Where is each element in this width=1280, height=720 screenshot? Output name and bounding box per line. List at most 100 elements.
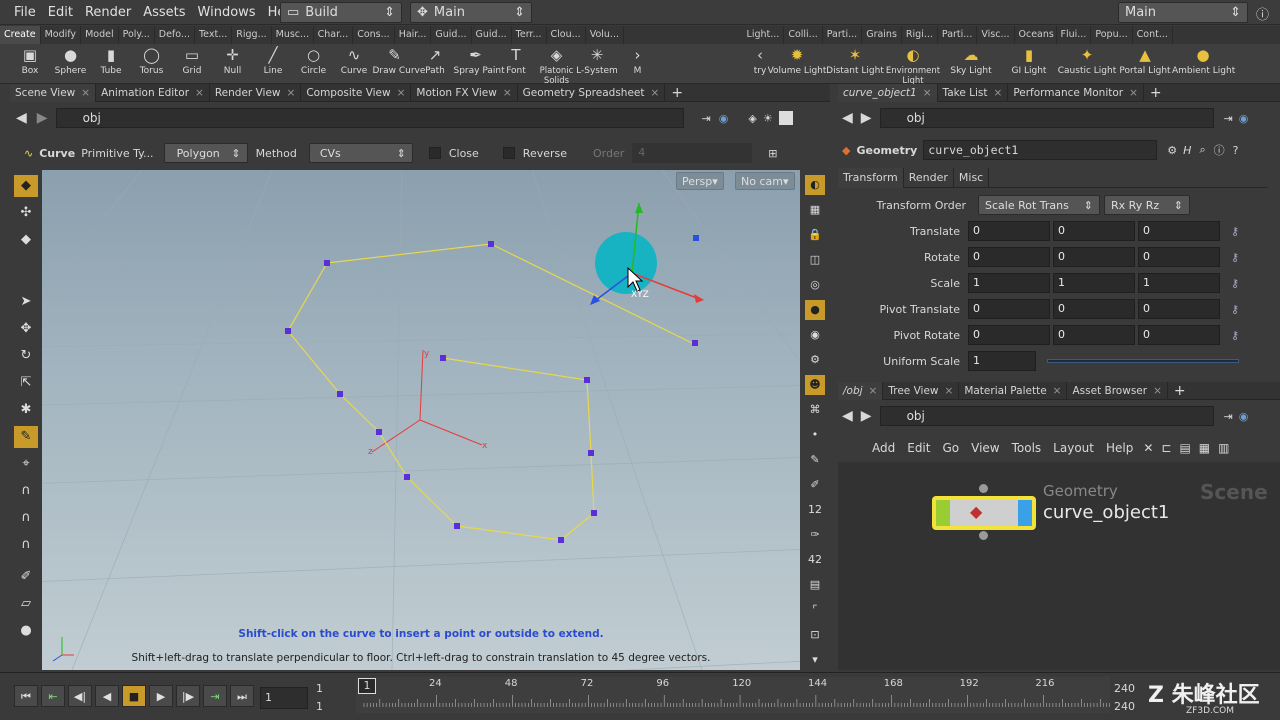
camera-icon[interactable]: ◫ [805, 250, 825, 270]
close-checkbox[interactable] [428, 147, 441, 159]
shelf-tab[interactable]: Defo... [155, 26, 195, 44]
forward-arrow-icon[interactable]: ▶ [37, 110, 48, 126]
down-icon[interactable]: ▾ [805, 650, 825, 670]
method-select[interactable]: CVs ⇕ [308, 143, 413, 163]
param-field[interactable]: 0 [1138, 221, 1220, 241]
shelf-tab[interactable]: Colli... [784, 26, 823, 44]
node-curve-object1[interactable]: ◆ [932, 496, 1036, 530]
menu-tools[interactable]: Tools [1012, 441, 1042, 455]
eraser-icon[interactable]: ▱ [14, 593, 38, 615]
close-icon[interactable]: × [869, 385, 878, 397]
menu-edit[interactable]: Edit [42, 0, 79, 25]
cube-icon[interactable]: ◈ [748, 112, 756, 125]
range-end[interactable]: 240 [1114, 682, 1135, 695]
brush-icon[interactable]: ✐ [14, 566, 38, 588]
snap-icon[interactable]: ⌖ [14, 453, 38, 475]
menu-view[interactable]: View [971, 441, 999, 455]
wire-icon[interactable]: ▦ [805, 200, 825, 220]
uniform-scale-slider[interactable] [1047, 359, 1239, 363]
display-icon[interactable] [778, 111, 793, 125]
tab-tree-view[interactable]: Tree View × [883, 381, 960, 400]
param-field[interactable]: 0 [968, 299, 1050, 319]
key-icon[interactable]: ⚷ [1231, 225, 1239, 238]
node-display-flag[interactable] [936, 500, 950, 526]
shelf-tool[interactable]: T Font [494, 44, 538, 84]
shelf-tool[interactable]: ▲ Portal Light [1114, 44, 1176, 84]
rotate-order-select[interactable]: Rx Ry Rz ⇕ [1104, 195, 1190, 215]
bulb-icon[interactable]: ◉ [805, 325, 825, 345]
close-icon[interactable]: × [651, 87, 660, 99]
param-field[interactable]: 0 [1053, 325, 1135, 345]
shade-icon[interactable]: ◎ [805, 275, 825, 295]
shelf-tab[interactable]: Guid... [431, 26, 472, 44]
shelf-tool[interactable]: ✶ Distant Light [824, 44, 886, 84]
shelf-tab[interactable]: Musc... [272, 26, 314, 44]
shelf-tab[interactable]: Light... [743, 26, 785, 44]
number2-icon[interactable]: 42 [805, 550, 825, 570]
param-field[interactable]: 0 [1053, 247, 1135, 267]
shelf-tab[interactable]: Visc... [977, 26, 1015, 44]
shelf-tool[interactable]: ✛ Null [211, 44, 255, 84]
arrow-icon[interactable]: ➤ [14, 291, 38, 313]
pin-icon[interactable]: ⇥ [1224, 112, 1233, 125]
magnet2-icon[interactable]: ∩ [14, 507, 38, 529]
persp-menu[interactable]: Persp ▾ [676, 172, 724, 190]
param-field[interactable]: 0 [1138, 247, 1220, 267]
prev-key-icon[interactable]: ⇤ [41, 685, 65, 707]
timeline-ruler[interactable]: 1 24 48 72 96 120 144 168 192 216 [356, 677, 1110, 713]
key-icon[interactable]: ⚷ [1231, 303, 1239, 316]
shelf-tool[interactable]: ● Sphere [49, 44, 93, 84]
dot-icon[interactable]: • [805, 425, 825, 445]
close-icon[interactable]: × [195, 87, 204, 99]
play-reverse-icon[interactable]: ◀ [95, 685, 119, 707]
pin-icon[interactable]: ⇥ [702, 112, 711, 125]
close-icon[interactable]: × [81, 87, 90, 99]
tab-scene-view[interactable]: Scene View × [10, 83, 97, 102]
brush-icon[interactable]: ✑ [805, 525, 825, 545]
handle-x-arrow[interactable] [694, 294, 704, 303]
link-icon[interactable]: ◉ [1239, 410, 1249, 423]
pen2-icon[interactable]: ✐ [805, 475, 825, 495]
shelf-tool[interactable]: ✎ Draw Curve [373, 44, 426, 84]
gear-icon[interactable]: ⚙ [1167, 144, 1177, 157]
shelf-tab[interactable]: Volu... [586, 26, 624, 44]
link-icon[interactable]: ◉ [719, 112, 729, 125]
menu-layout[interactable]: Layout [1053, 441, 1094, 455]
menu-assets[interactable]: Assets [137, 0, 191, 25]
shelf-tool[interactable]: ▭ Grid [170, 44, 214, 84]
light-icon[interactable]: ● [805, 300, 825, 320]
info-icon[interactable]: ⓘ [1256, 4, 1269, 23]
back-arrow-icon[interactable]: ◀ [16, 110, 27, 126]
number-icon[interactable]: 12 [805, 500, 825, 520]
scale-icon[interactable]: ⇱ [14, 372, 38, 394]
scene-dropdown[interactable]: ✥ Main ⇕ [410, 2, 532, 23]
shelf-tab[interactable]: Guid... [472, 26, 512, 44]
add-tab-icon[interactable]: + [1150, 85, 1162, 101]
playhead[interactable]: 1 [358, 678, 376, 694]
tab-transform[interactable]: Transform [838, 167, 904, 188]
param-field[interactable]: 1 [968, 273, 1050, 293]
param-field[interactable]: 0 [968, 247, 1050, 267]
shelf-tool[interactable]: ○ Circle [292, 44, 336, 84]
range-end-2[interactable]: 240 [1114, 700, 1135, 713]
close-icon[interactable]: × [945, 385, 954, 397]
close-icon[interactable]: × [923, 87, 932, 99]
shelf-tool[interactable]: ╱ Line [251, 44, 295, 84]
move-icon[interactable]: ✥ [14, 318, 38, 340]
menu-help[interactable]: Help [1106, 441, 1133, 455]
shelf-tab[interactable]: Grains [862, 26, 902, 44]
sphere-tool-icon[interactable]: ● [14, 620, 38, 642]
magnet3-icon[interactable]: ∩ [14, 534, 38, 556]
tab-take-list[interactable]: Take List × [938, 83, 1009, 102]
handle-rotate-point[interactable] [693, 235, 699, 241]
snap-icon[interactable]: ⌘ [805, 400, 825, 420]
curve-segment-main[interactable] [287, 262, 595, 541]
shelf-tool[interactable]: ☁ Sky Light [940, 44, 1002, 84]
shelf-tab[interactable]: Flui... [1057, 26, 1092, 44]
tab-motion-fx-view[interactable]: Motion FX View × [411, 83, 518, 102]
start-frame[interactable]: 1 [316, 682, 323, 695]
camera-menu[interactable]: No cam ▾ [735, 172, 795, 190]
param-field[interactable]: 0 [1053, 221, 1135, 241]
lights-icon[interactable]: ☀ [763, 112, 773, 125]
add-tab-icon[interactable]: + [671, 85, 683, 101]
